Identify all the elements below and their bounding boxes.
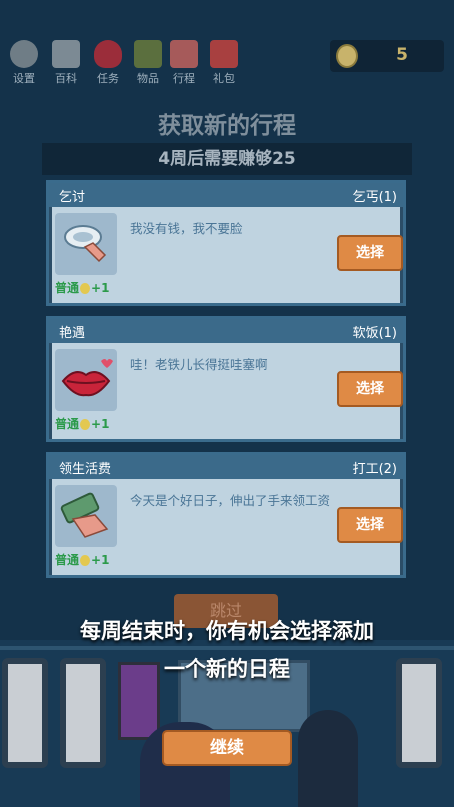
coin-bonus: +1 [91, 417, 110, 431]
book-icon [52, 40, 80, 68]
coin-amount: 5 [396, 45, 408, 65]
card-title: 乞讨 [59, 190, 86, 205]
card-header: 艳遇 软饭(1) [49, 319, 403, 343]
schedule-button[interactable]: 行程 [166, 40, 202, 86]
rarity-text: 普通 [55, 417, 80, 431]
card-body: 我没有钱，我不要脸 选择 普通 +1 [52, 207, 403, 303]
lips-icon [55, 349, 117, 411]
rarity-text: 普通 [55, 553, 80, 567]
gift-button[interactable]: 礼包 [206, 40, 242, 86]
coin-bonus: +1 [91, 553, 110, 567]
select-button[interactable]: 选择 [337, 507, 403, 543]
schedule-label: 行程 [173, 72, 195, 85]
gear-icon [10, 40, 38, 68]
items-label: 物品 [137, 72, 159, 85]
goal-banner: 4周后需要赚够25 [42, 143, 412, 175]
card-title: 领生活费 [59, 462, 112, 477]
card-category: 软饭(1) [352, 326, 397, 341]
tutorial-message: 每周结束时，你有机会选择添加 一个新的日程 [0, 612, 454, 688]
coin-counter: 5 [330, 40, 444, 72]
card-description: 今天是个好日子，伸出了手来领工资 [130, 493, 331, 508]
continue-button[interactable]: 继续 [162, 730, 292, 766]
rarity-text: 普通 [55, 281, 80, 295]
coin-icon [80, 419, 91, 430]
settings-button[interactable]: 设置 [6, 40, 42, 86]
schedule-card: 艳遇 软饭(1) 哇！老铁儿长得挺哇塞啊 选择 普通 +1 [46, 316, 406, 442]
gift-label: 礼包 [213, 72, 235, 85]
page-title: 获取新的行程 [158, 113, 296, 139]
card-header: 乞讨 乞丐(1) [49, 183, 403, 207]
tutorial-line: 每周结束时，你有机会选择添加 [80, 619, 374, 643]
coin-icon [336, 44, 358, 68]
select-button[interactable]: 选择 [337, 235, 403, 271]
card-title: 艳遇 [59, 326, 86, 341]
calendar-icon [170, 40, 198, 68]
items-button[interactable]: 物品 [130, 40, 166, 86]
encyclopedia-label: 百科 [55, 72, 77, 85]
heart-icon [94, 40, 122, 68]
gift-icon [210, 40, 238, 68]
card-body: 哇！老铁儿长得挺哇塞啊 选择 普通 +1 [52, 343, 403, 439]
coin-icon [80, 283, 91, 294]
card-description: 哇！老铁儿长得挺哇塞啊 [130, 357, 268, 372]
bookshelf-icon [134, 40, 162, 68]
tasks-button[interactable]: 任务 [90, 40, 126, 86]
passenger [298, 710, 358, 807]
begging-bowl-icon [55, 213, 117, 275]
encyclopedia-button[interactable]: 百科 [48, 40, 84, 86]
tutorial-line: 一个新的日程 [164, 657, 290, 681]
select-button[interactable]: 选择 [337, 371, 403, 407]
card-header: 领生活费 打工(2) [49, 455, 403, 479]
schedule-card: 乞讨 乞丐(1) 我没有钱，我不要脸 选择 普通 +1 [46, 180, 406, 306]
rarity-label: 普通 +1 [55, 415, 109, 432]
money-hand-icon [55, 485, 117, 547]
rarity-label: 普通 +1 [55, 279, 109, 296]
tasks-label: 任务 [97, 72, 119, 85]
card-description: 我没有钱，我不要脸 [130, 221, 243, 236]
card-body: 今天是个好日子，伸出了手来领工资 选择 普通 +1 [52, 479, 403, 575]
card-category: 乞丐(1) [352, 190, 397, 205]
rarity-label: 普通 +1 [55, 551, 109, 568]
coin-bonus: +1 [91, 281, 110, 295]
settings-label: 设置 [13, 72, 35, 85]
card-category: 打工(2) [352, 462, 397, 477]
coin-icon [80, 555, 91, 566]
schedule-card: 领生活费 打工(2) 今天是个好日子，伸出了手来领工资 选择 普通 +1 [46, 452, 406, 578]
